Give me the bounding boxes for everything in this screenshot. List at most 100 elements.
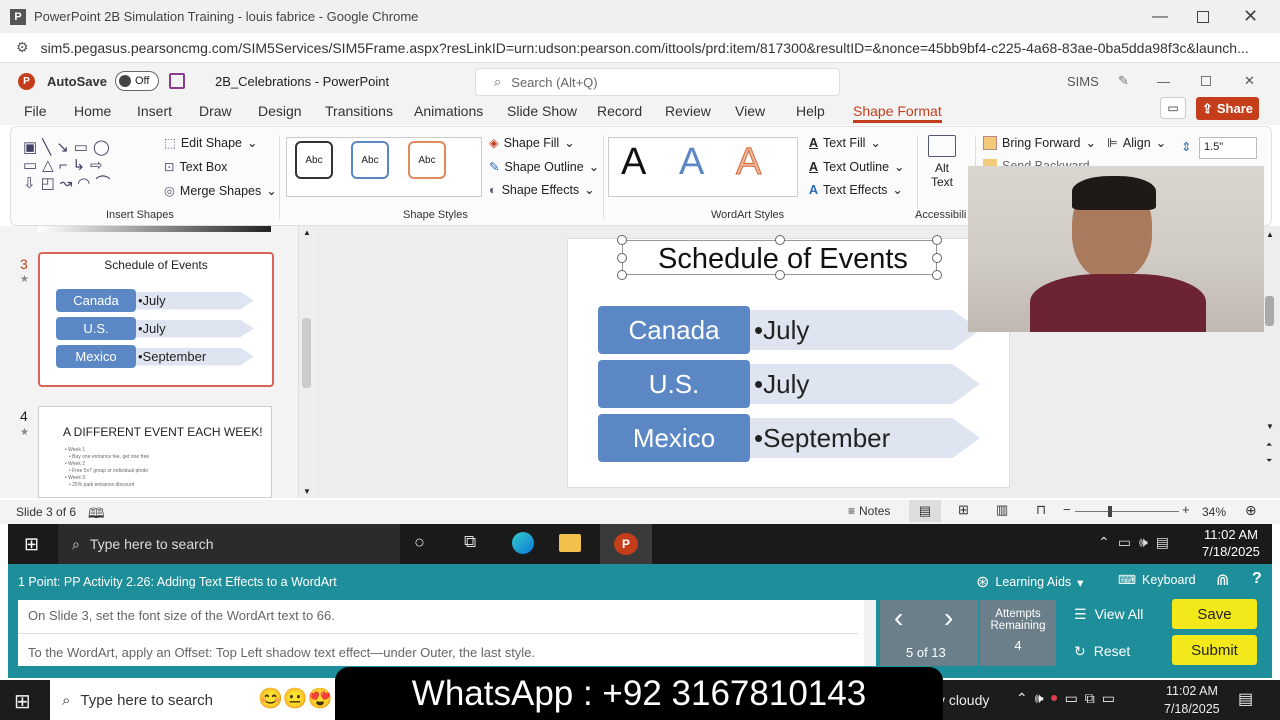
pen-icon[interactable]: ✎	[1118, 73, 1129, 89]
learning-aids-button[interactable]: ⊛ Learning Aids ▾	[976, 572, 1083, 592]
tab-home[interactable]: Home	[74, 103, 111, 119]
host-clock-time[interactable]: 11:02 AM	[1166, 684, 1218, 698]
vm-powerpoint-icon[interactable]: P	[600, 524, 652, 564]
shape-effects-button[interactable]: ◐ Shape Effects ⌄	[489, 182, 595, 198]
us-box[interactable]: U.S.	[598, 360, 750, 408]
next-task-icon[interactable]: ›	[944, 602, 953, 634]
canvas-scroll-thumb[interactable]	[1265, 296, 1274, 326]
tab-insert[interactable]: Insert	[137, 103, 172, 119]
save-button[interactable]: Save	[1172, 599, 1257, 629]
view-all-button[interactable]: ☰ View All	[1074, 606, 1143, 623]
prev-slide-icon[interactable]: ⏶	[1266, 440, 1272, 450]
save-icon[interactable]	[168, 73, 185, 89]
maximize-icon[interactable]	[1197, 10, 1209, 23]
weather-text[interactable]: y cloudy	[938, 692, 989, 708]
wordart-style-1[interactable]: A	[621, 141, 646, 184]
scroll-up-icon[interactable]: ▲	[303, 228, 311, 237]
shapes-gallery[interactable]: ▣╲↘▭◯ ▭△⌐↳⇨ ⇩◰↝◠⌒	[23, 139, 143, 194]
us-arrow[interactable]: •July	[750, 364, 980, 404]
canvas-scrollbar[interactable]: ▲ ▼ ⏶ ⏷	[1260, 226, 1280, 498]
height-input[interactable]: 1.5"	[1199, 137, 1257, 159]
wordart-title-box[interactable]: Schedule of Events	[617, 235, 942, 280]
shape-style-2[interactable]: Abc	[351, 141, 389, 179]
host-clock-date[interactable]: 7/18/2025	[1164, 702, 1220, 716]
scroll-thumb[interactable]	[302, 318, 311, 388]
zoom-level[interactable]: 34%	[1202, 505, 1226, 519]
zoom-out-icon[interactable]: −	[1063, 502, 1071, 517]
vm-start-icon[interactable]: ⊞	[24, 534, 39, 555]
tab-view[interactable]: View	[735, 103, 765, 119]
vm-clock-date[interactable]: 7/18/2025	[1202, 544, 1260, 559]
address-bar[interactable]: ⚙ sim5.pegasus.pearsoncmg.com/SIM5Servic…	[0, 33, 1280, 63]
mexico-arrow[interactable]: •September	[750, 418, 980, 458]
shape-style-3[interactable]: Abc	[408, 141, 446, 179]
instructions-scrollbar[interactable]	[864, 600, 876, 666]
minimize-icon[interactable]: —	[1152, 8, 1168, 26]
zoom-in-icon[interactable]: +	[1182, 502, 1190, 517]
bring-forward-button[interactable]: Bring Forward ⌄	[983, 135, 1096, 150]
scroll-down-icon[interactable]: ▼	[1266, 422, 1274, 431]
tab-shape-format[interactable]: Shape Format	[853, 103, 942, 123]
canada-arrow[interactable]: •July	[750, 310, 980, 350]
ppt-close-icon[interactable]: ✕	[1244, 73, 1255, 89]
help-icon[interactable]: ?	[1252, 570, 1262, 588]
tab-file[interactable]: File	[24, 103, 47, 119]
canada-box[interactable]: Canada	[598, 306, 750, 354]
shape-fill-button[interactable]: ◈ Shape Fill ⌄	[489, 135, 575, 151]
url-text[interactable]: sim5.pegasus.pearsoncmg.com/SIM5Services…	[41, 40, 1251, 56]
scroll-down-icon[interactable]: ▼	[303, 487, 311, 496]
slide3-thumbnail[interactable]: Schedule of Events Canada •July U.S. •Ju…	[38, 252, 274, 387]
next-slide-icon[interactable]: ⏷	[1266, 456, 1272, 466]
align-button[interactable]: ⊫ Align ⌄	[1107, 135, 1166, 151]
keyboard-button[interactable]: ⌨ Keyboard	[1118, 572, 1196, 588]
vm-search-box[interactable]: ⌕ Type here to search	[58, 524, 400, 564]
ppt-minimize-icon[interactable]: —	[1157, 74, 1170, 89]
vm-edge-icon[interactable]	[512, 532, 534, 554]
share-button[interactable]: ⇪ Share	[1196, 97, 1259, 120]
tab-slide-show[interactable]: Slide Show	[507, 103, 577, 119]
text-outline-button[interactable]: A Text Outline ⌄	[809, 159, 905, 175]
mexico-box[interactable]: Mexico	[598, 414, 750, 462]
handle-mr[interactable]	[932, 253, 942, 263]
close-icon[interactable]: ✕	[1243, 6, 1258, 27]
tab-help[interactable]: Help	[796, 103, 825, 119]
tab-design[interactable]: Design	[258, 103, 302, 119]
shape-outline-button[interactable]: ✎ Shape Outline ⌄	[489, 159, 599, 175]
presenter-view-icon[interactable]: ⊓	[1036, 502, 1046, 518]
text-effects-button[interactable]: A Text Effects ⌄	[809, 182, 903, 198]
vm-cortana-icon[interactable]: ○	[414, 532, 425, 553]
handle-tm[interactable]	[775, 235, 785, 245]
prev-task-icon[interactable]: ‹	[894, 602, 903, 634]
edit-shape-button[interactable]: ⬚ Edit Shape ⌄	[164, 135, 257, 151]
merge-shapes-button[interactable]: ◎ Merge Shapes ⌄	[164, 183, 277, 199]
scroll-up-icon[interactable]: ▲	[1266, 230, 1274, 239]
site-info-icon[interactable]: ⚙	[16, 39, 29, 56]
handle-bm[interactable]	[775, 270, 785, 280]
normal-view-icon[interactable]: ▤	[909, 500, 941, 522]
comments-icon[interactable]: ▭	[1160, 97, 1186, 119]
autosave-toggle[interactable]: Off	[114, 71, 159, 91]
handle-ml[interactable]	[617, 253, 627, 263]
search-box[interactable]: ⌕ Search (Alt+Q)	[475, 68, 840, 96]
notifications-icon[interactable]: ▤	[1238, 689, 1253, 709]
vm-tray-icons[interactable]: ⌃▭🕪▤	[1098, 534, 1177, 551]
notes-button[interactable]: ≡ Notes	[848, 504, 890, 518]
tab-record[interactable]: Record	[597, 103, 642, 119]
wordart-style-3[interactable]: A	[735, 141, 761, 184]
alt-text-button[interactable]: Alt Text	[923, 135, 961, 189]
slide-sorter-icon[interactable]: ⊞	[958, 502, 969, 518]
tab-animations[interactable]: Animations	[414, 103, 483, 119]
fit-to-window-icon[interactable]: ⊕	[1245, 502, 1257, 519]
ppt-restore-icon[interactable]	[1201, 76, 1211, 86]
wordart-style-2[interactable]: A	[679, 141, 704, 184]
user-name[interactable]: SIMS	[1067, 74, 1099, 89]
reading-view-icon[interactable]: ▥	[996, 502, 1008, 518]
zoom-slider-thumb[interactable]	[1108, 506, 1112, 517]
thumb-previous-slide[interactable]	[38, 226, 271, 232]
slide4-thumbnail[interactable]: A DIFFERENT EVENT EACH WEEK! • Week 1 • …	[38, 406, 272, 498]
handle-bl[interactable]	[617, 270, 627, 280]
host-tray-icons[interactable]: ⌃🕪⏺▭⧉▭	[1016, 690, 1122, 707]
vm-clock-time[interactable]: 11:02 AM	[1204, 527, 1258, 542]
text-fill-button[interactable]: A Text Fill ⌄	[809, 135, 881, 151]
thumbs-scrollbar[interactable]: ▲ ▼	[298, 226, 314, 498]
